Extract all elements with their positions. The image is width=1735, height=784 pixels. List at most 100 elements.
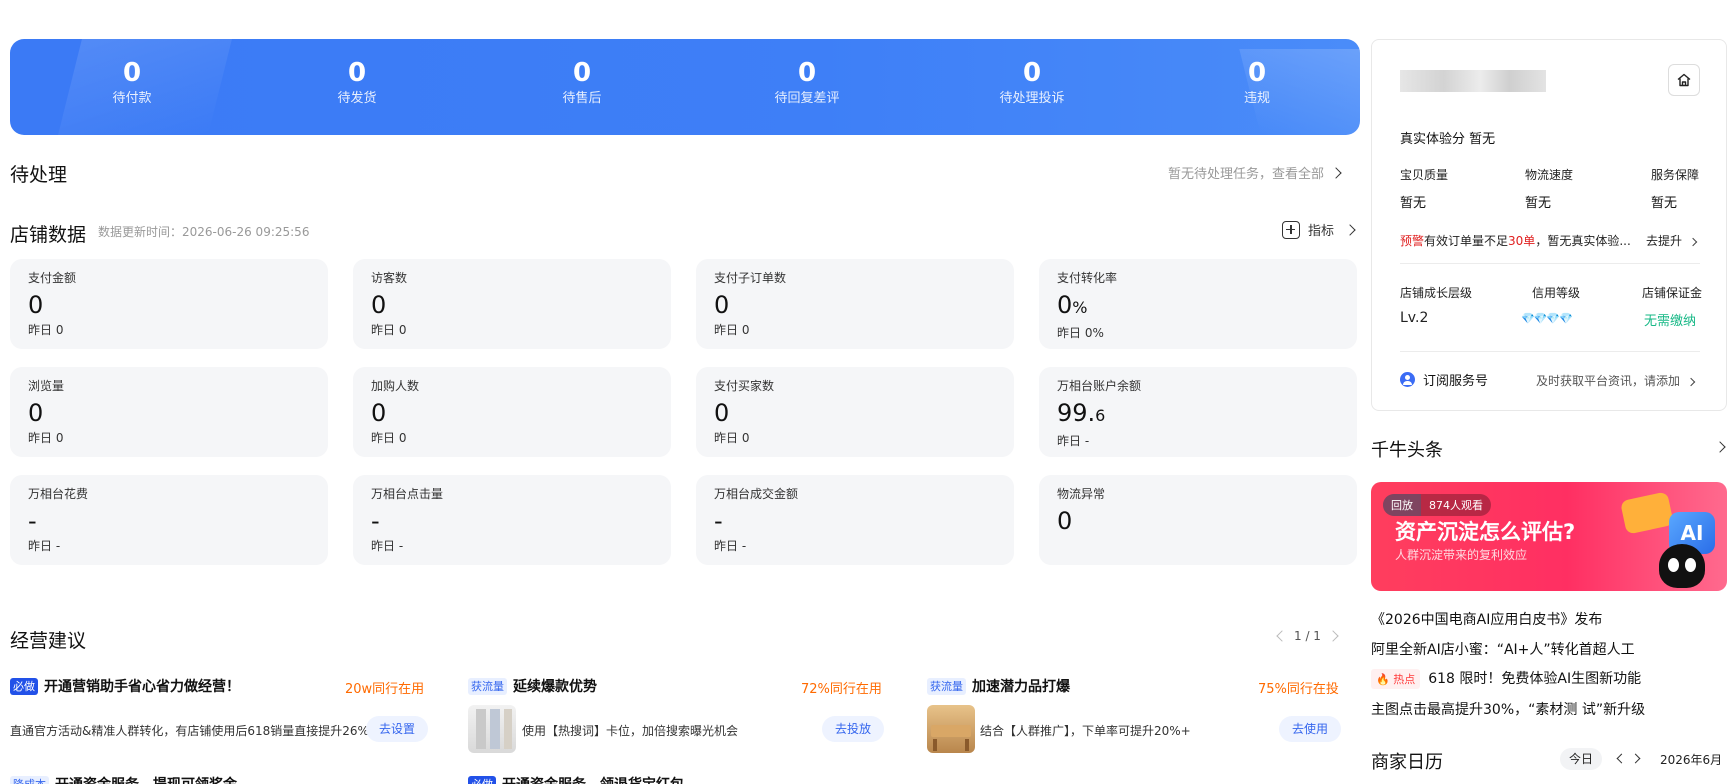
news-item[interactable]: 主图点击最高提升30%，“素材测 试”新升级: [1371, 700, 1645, 720]
pending-title: 待处理: [10, 164, 68, 186]
metric-title: 支付买家数: [714, 379, 775, 393]
sub-score-label: 宝贝质量: [1400, 168, 1449, 182]
subscribe-link[interactable]: 及时获取平台资讯，请添加: [1536, 372, 1696, 389]
metric-yesterday: 昨日 -: [371, 539, 404, 553]
news-item[interactable]: 阿里全新AI店小蜜：“AI+人”转化首超人工: [1371, 640, 1635, 660]
stat-pending-payment[interactable]: 0 待付款: [52, 57, 212, 109]
warning-line: 预警有效订单量不足30单，暂无真实体验...: [1400, 232, 1631, 249]
pager-text: 1 / 1: [1294, 629, 1321, 643]
metric-yesterday: 昨日 -: [714, 539, 747, 553]
metric-yesterday: 昨日 0: [371, 323, 407, 337]
improve-link-text: 去提升: [1646, 234, 1683, 248]
advice-title-text: 延续爆款优势: [513, 679, 597, 695]
stat-value: 0: [122, 58, 142, 88]
headlines-title: 千牛头条: [1371, 440, 1443, 461]
metric-value: 0: [28, 289, 310, 321]
metrics-button[interactable]: 指标: [1282, 220, 1356, 239]
stat-label: 待付款: [112, 91, 152, 106]
metric-card[interactable]: 万相台花费 - 昨日 -: [10, 475, 328, 565]
advice-item-header[interactable]: 获流量 加速潜力品打爆: [927, 676, 1070, 696]
sub-score-value: 暂无: [1525, 196, 1552, 211]
go-setup-button[interactable]: 去设置: [366, 716, 428, 742]
subscribe-desc: 及时获取平台资讯，请添加: [1536, 374, 1681, 388]
product-thumbnail: [468, 705, 516, 753]
subscribe-service[interactable]: 订阅服务号: [1400, 370, 1488, 389]
go-use-button[interactable]: 去使用: [1279, 716, 1341, 742]
metric-title: 支付金额: [28, 271, 77, 285]
news-item[interactable]: 《2026中国电商AI应用白皮书》发布: [1371, 610, 1602, 630]
growth-level-label: 店铺成长层级: [1400, 286, 1473, 300]
stat-label: 待售后: [562, 91, 602, 106]
hot-label: 热点: [1393, 673, 1416, 686]
calendar-title: 商家日历: [1371, 752, 1443, 773]
flame-icon: 🔥: [1376, 673, 1390, 686]
pending-link-text: 暂无待处理任务，查看全部: [1168, 167, 1325, 182]
subscribe-label: 订阅服务号: [1423, 374, 1489, 389]
stat-violations[interactable]: 0 违规: [1177, 57, 1337, 109]
stat-value: 0: [347, 58, 367, 88]
metric-title: 访客数: [371, 271, 408, 285]
banner-headline: 资产沉淀怎么评估?: [1395, 520, 1576, 544]
coin-decoration: [1619, 491, 1675, 535]
prev-page-icon[interactable]: [1276, 630, 1288, 642]
store-info-panel: 真实体验分 暂无 宝贝质量 暂无 物流速度 暂无 服务保障 暂无 预警有效订单量…: [1371, 39, 1727, 411]
stat-complaints[interactable]: 0 待处理投诉: [952, 57, 1112, 109]
metric-value: 0: [371, 289, 653, 321]
advice-desc: 结合【人群推广】，下单率可提升20%+: [980, 724, 1191, 738]
product-thumbnail: [927, 705, 975, 753]
metric-card[interactable]: 物流异常 0: [1039, 475, 1357, 565]
advice-item-header[interactable]: 必做 开通资金服务，领退货宝红包: [468, 774, 684, 784]
prev-month-icon[interactable]: [1616, 753, 1627, 764]
stat-negative-reviews[interactable]: 0 待回复差评: [727, 57, 887, 109]
metric-card[interactable]: 万相台点击量 - 昨日 -: [353, 475, 671, 565]
metric-number: 0: [371, 291, 387, 319]
metric-card[interactable]: 浏览量 0 昨日 0: [10, 367, 328, 457]
metric-number: -: [371, 507, 380, 535]
metric-card[interactable]: 支付买家数 0 昨日 0: [696, 367, 1014, 457]
next-page-icon[interactable]: [1327, 630, 1339, 642]
tmall-cat-icon: [1659, 544, 1705, 588]
go-launch-button[interactable]: 去投放: [822, 716, 884, 742]
advice-item-header[interactable]: 降成本 开通资金服务，提现可领奖金: [10, 774, 237, 784]
headlines-more-icon[interactable]: [1714, 441, 1726, 453]
metric-card[interactable]: 支付金额 0 昨日 0: [10, 259, 328, 349]
credit-level-label: 信用等级: [1532, 286, 1581, 300]
home-button[interactable]: [1668, 64, 1700, 96]
calendar-month: 2026年6月: [1660, 753, 1723, 767]
next-month-icon[interactable]: [1630, 753, 1641, 764]
headline-banner[interactable]: 回放 874人观看 资产沉淀怎么评估? 人群沉淀带来的复利效应 AI: [1371, 482, 1727, 591]
metric-value: 99.6: [1057, 397, 1339, 432]
metric-unit: %: [1072, 298, 1088, 317]
stat-value: 0: [1022, 58, 1042, 88]
metric-card[interactable]: 万相台成交金额 - 昨日 -: [696, 475, 1014, 565]
deposit-value: 无需缴纳: [1644, 314, 1697, 329]
today-button[interactable]: 今日: [1560, 748, 1603, 770]
metric-card[interactable]: 加购人数 0 昨日 0: [353, 367, 671, 457]
improve-link[interactable]: 去提升: [1646, 232, 1698, 249]
store-name-blurred: [1400, 70, 1546, 92]
advice-pager: 1 / 1: [1276, 629, 1339, 643]
stat-after-sales[interactable]: 0 待售后: [502, 57, 662, 109]
advice-item-header[interactable]: 获流量 延续爆款优势: [468, 676, 597, 696]
experience-value: 暂无: [1469, 132, 1496, 147]
metric-card[interactable]: 支付转化率 0% 昨日 0%: [1039, 259, 1357, 349]
metric-title: 万相台花费: [28, 487, 89, 501]
metric-card[interactable]: 支付子订单数 0 昨日 0: [696, 259, 1014, 349]
metric-number: 0: [1057, 507, 1073, 535]
metric-value: 0%: [1057, 289, 1339, 324]
hot-badge: 🔥 热点: [1371, 669, 1421, 689]
stat-pending-shipment[interactable]: 0 待发货: [277, 57, 437, 109]
metric-number: 0: [1057, 291, 1073, 319]
advice-stat: 20w同行在用: [345, 682, 425, 697]
pending-view-all-link[interactable]: 暂无待处理任务，查看全部: [1168, 163, 1342, 182]
experience-label: 真实体验分: [1400, 132, 1466, 147]
deposit-label: 店铺保证金: [1642, 286, 1703, 300]
advice-item-header[interactable]: 必做 开通营销助手省心省力做经营！: [10, 676, 240, 696]
news-item[interactable]: 🔥 热点 618 限时！免费体验AI生图新功能: [1371, 669, 1641, 689]
banner-subtitle: 人群沉淀带来的复利效应: [1395, 548, 1528, 562]
metric-number: 99.: [1057, 399, 1096, 427]
metric-card[interactable]: 万相台账户余额 99.6 昨日 -: [1039, 367, 1357, 457]
advice-desc: 直通官方活动&精准人群转化，有店铺使用后618销量直接提升26%: [10, 724, 369, 738]
metric-title: 支付子订单数: [714, 271, 787, 285]
metric-card[interactable]: 访客数 0 昨日 0: [353, 259, 671, 349]
